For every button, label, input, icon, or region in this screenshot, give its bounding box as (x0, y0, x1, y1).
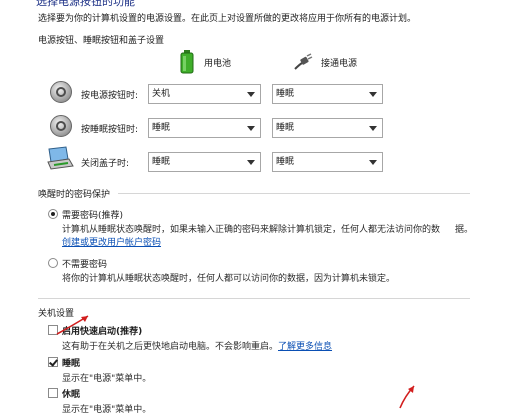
sleep-checkbox[interactable] (48, 357, 58, 367)
fast-startup-desc: 这有助于在关机之后更快地启动电脑。不会影响重启。 (62, 342, 279, 352)
chevron-down-icon (247, 126, 255, 131)
learn-more-link[interactable]: 了解更多信息 (278, 339, 332, 352)
page-title: 选择电源按钮的功能 (36, 0, 135, 8)
chevron-down-icon (247, 160, 255, 165)
power-buttons-section-title: 电源按钮、睡眠按钮和盖子设置 (38, 36, 165, 46)
laptop-lid-icon (47, 146, 74, 170)
battery-icon (180, 50, 194, 74)
column-label-plugged: 接通电源 (321, 58, 358, 69)
sleep-label[interactable]: 睡眠 (62, 356, 80, 369)
section-divider (38, 298, 470, 299)
require-password-desc-tail: 据。 (455, 225, 474, 235)
column-header-plugged: 接通电源 (293, 53, 357, 71)
power-button-battery-select[interactable]: 关机 (148, 84, 261, 104)
chevron-down-icon (247, 92, 255, 97)
sleep-desc: 显示在"电源"菜单中。 (62, 374, 152, 384)
power-plug-icon (294, 53, 313, 70)
change-password-link[interactable]: 创建或更改用户帐户密码 (62, 235, 161, 248)
chevron-down-icon (369, 160, 377, 165)
lid-plugged-select[interactable]: 睡眠 (272, 152, 383, 172)
power-button-label: 按电源按钮时: (81, 91, 139, 101)
hibernate-label[interactable]: 休眠 (62, 387, 80, 400)
wake-password-section-title: 唤醒时的密码保护 (38, 190, 111, 200)
column-label-battery: 用电池 (204, 58, 232, 69)
require-password-label[interactable]: 需要密码(推荐) (62, 208, 123, 221)
no-password-label[interactable]: 不需要密码 (62, 257, 107, 270)
chevron-down-icon (369, 126, 377, 131)
intro-text: 选择要为你的计算机设置的电源设置。在此页上对设置所做的更改将应用于你所有的电源计… (38, 14, 417, 24)
power-button-plugged-select[interactable]: 睡眠 (272, 84, 383, 104)
sleep-button-plugged-select[interactable]: 睡眠 (272, 118, 383, 138)
sleep-button-label: 按睡眠按钮时: (81, 125, 139, 135)
chevron-down-icon (369, 92, 377, 97)
sleep-button-battery-select[interactable]: 睡眠 (148, 118, 261, 138)
no-password-desc: 将你的计算机从睡眠状态唤醒时，任何人都可以访问你的数据，因为计算机未锁定。 (62, 274, 396, 284)
annotation-arrow-icon (399, 385, 415, 409)
sleep-button-icon (50, 115, 72, 137)
lid-close-label: 关闭盖子时: (81, 159, 130, 169)
section-divider (118, 193, 470, 194)
annotation-arrow-icon (56, 315, 89, 335)
power-button-icon (50, 81, 72, 103)
no-password-radio[interactable] (48, 258, 58, 268)
require-password-radio[interactable] (48, 209, 58, 219)
hibernate-checkbox[interactable] (48, 388, 58, 398)
lid-battery-select[interactable]: 睡眠 (148, 152, 261, 172)
column-header-battery: 用电池 (180, 50, 231, 74)
require-password-desc: 计算机从睡眠状态唤醒时，如果未输入正确的密码来解除计算机锁定，任何人都无法访问你… (62, 225, 441, 235)
